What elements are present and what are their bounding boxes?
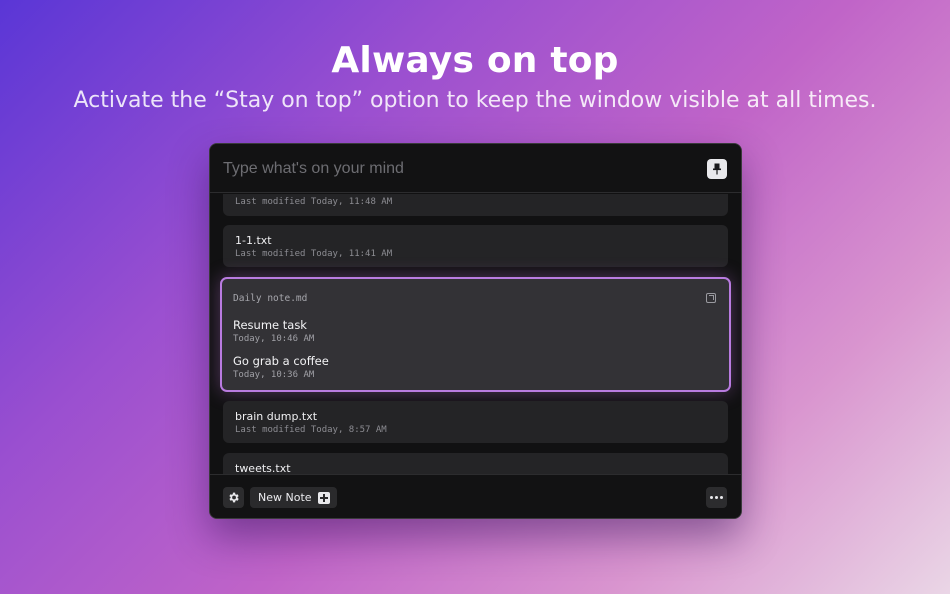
note-card[interactable]: 1-1.txt Last modified Today, 11:41 AM	[223, 225, 728, 267]
active-note-card[interactable]: Daily note.md Resume task Today, 10:46 A…	[220, 277, 731, 392]
notes-list: Last modified Today, 11:48 AM 1-1.txt La…	[210, 194, 741, 476]
note-meta: Last modified Today, 11:48 AM	[235, 197, 393, 207]
entry-title: Resume task	[233, 318, 307, 332]
active-note-filename: Daily note.md	[233, 293, 308, 304]
entry-title: Go grab a coffee	[233, 354, 329, 368]
entry-time: Today, 10:36 AM	[233, 370, 315, 380]
open-external-icon[interactable]	[706, 293, 716, 303]
stay-on-top-button[interactable]	[707, 159, 727, 179]
more-options-button[interactable]	[706, 487, 727, 508]
entry-time: Today, 10:46 AM	[233, 334, 315, 344]
note-input[interactable]	[223, 158, 693, 180]
note-meta: Last modified Today, 8:57 AM	[235, 425, 387, 435]
note-card[interactable]: brain dump.txt Last modified Today, 8:57…	[223, 401, 728, 443]
settings-button[interactable]	[223, 487, 244, 508]
plus-icon	[317, 491, 330, 504]
new-note-label: New Note	[258, 491, 312, 504]
note-card[interactable]: Last modified Today, 11:48 AM	[223, 194, 728, 216]
pin-icon	[713, 163, 721, 175]
note-card[interactable]: tweets.txt	[223, 453, 728, 476]
more-icon	[710, 496, 723, 499]
hero-subtitle: Activate the “Stay on top” option to kee…	[73, 88, 877, 113]
notes-window: Last modified Today, 11:48 AM 1-1.txt La…	[209, 143, 742, 519]
bottom-bar: New Note	[210, 474, 741, 518]
gear-icon	[229, 492, 239, 503]
note-meta: Last modified Today, 11:41 AM	[235, 249, 393, 259]
note-name: brain dump.txt	[235, 410, 318, 423]
hero-title: Always on top	[331, 40, 619, 81]
note-name: 1-1.txt	[235, 234, 272, 247]
top-bar	[210, 144, 741, 193]
new-note-button[interactable]: New Note	[250, 487, 337, 508]
